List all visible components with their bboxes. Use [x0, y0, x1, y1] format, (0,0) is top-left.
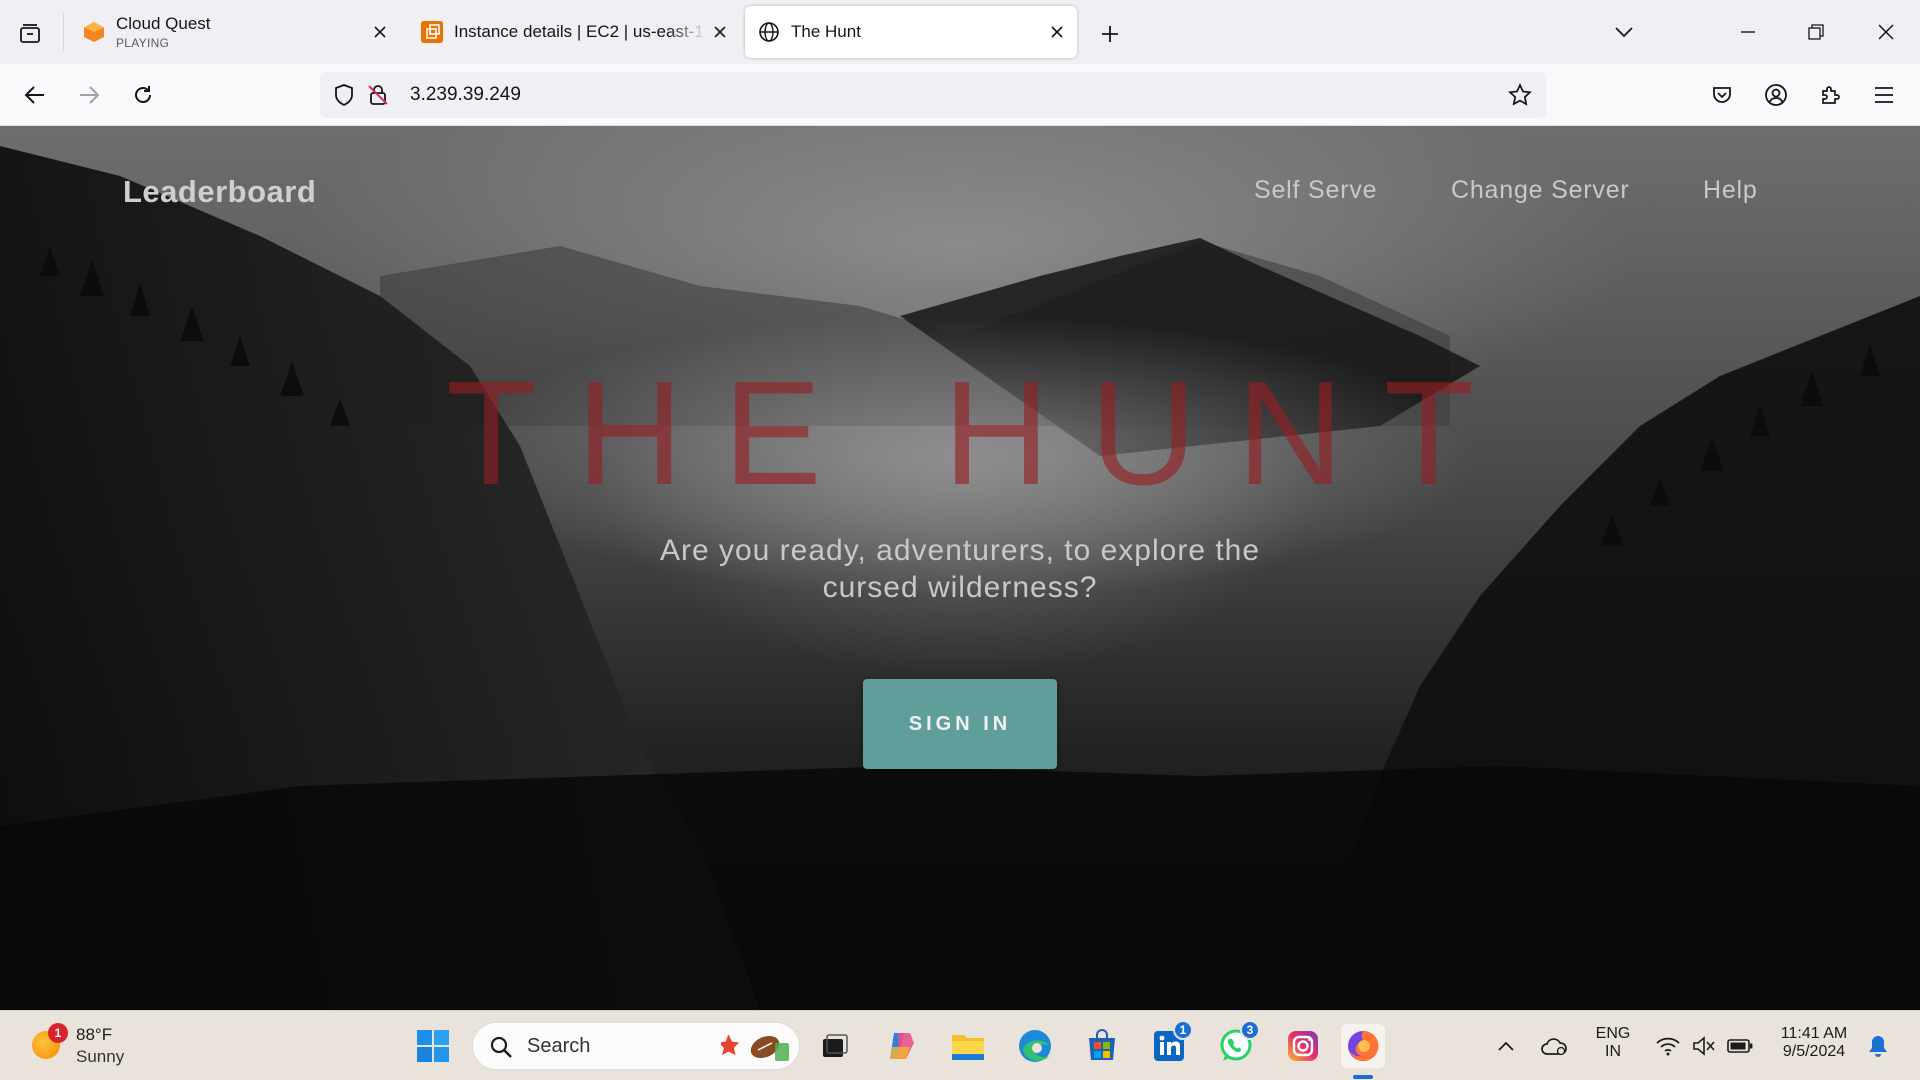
aws-ec2-icon — [420, 20, 444, 44]
windows-taskbar: 1 88°F Sunny Search 1 3 ENG IN 11:41 AM … — [0, 1010, 1920, 1080]
file-explorer-icon[interactable] — [946, 1024, 990, 1068]
page-viewport: Leaderboard Self Serve Change Server Hel… — [0, 126, 1920, 1010]
tab-instance-details[interactable]: Instance details | EC2 | us-east-1 — [408, 6, 740, 58]
close-tab-icon[interactable] — [368, 20, 392, 44]
list-all-tabs-icon[interactable] — [1604, 14, 1644, 50]
tab-title: Cloud Quest — [116, 14, 211, 33]
browser-tab-bar: Cloud Quest PLAYING Instance details | E… — [0, 0, 1920, 64]
sign-in-button[interactable]: SIGN IN — [863, 679, 1057, 769]
copilot-icon[interactable] — [879, 1024, 923, 1068]
windows-start-icon[interactable] — [411, 1024, 455, 1068]
onedrive-cloud-icon[interactable] — [1534, 1024, 1574, 1068]
address-bar[interactable]: 3.239.39.249 — [320, 72, 1546, 118]
edge-browser-icon[interactable] — [1013, 1024, 1057, 1068]
weather-temperature: 88°F — [76, 1025, 113, 1044]
close-tab-icon[interactable] — [708, 20, 732, 44]
restore-window-icon[interactable] — [1796, 14, 1836, 50]
language-code: ENG — [1595, 1025, 1631, 1042]
taskbar-search-box[interactable]: Search — [472, 1022, 800, 1070]
notification-bell-icon[interactable] — [1858, 1024, 1898, 1068]
linkedin-icon[interactable]: 1 — [1147, 1020, 1193, 1068]
new-tab-button[interactable] — [1092, 16, 1128, 52]
language-indicator[interactable]: ENG IN — [1588, 1025, 1638, 1061]
close-window-icon[interactable] — [1866, 14, 1906, 50]
chevron-up-icon[interactable] — [1486, 1024, 1526, 1068]
tab-subtitle: PLAYING — [116, 36, 170, 50]
weather-widget[interactable]: 1 88°F Sunny — [28, 1021, 178, 1071]
nav-link-change-server[interactable]: Change Server — [1451, 176, 1630, 205]
site-navigation: Leaderboard Self Serve Change Server Hel… — [0, 126, 1920, 226]
tab-separator — [63, 12, 64, 52]
cloud-quest-icon — [82, 20, 106, 44]
tab-cloud-quest[interactable]: Cloud Quest PLAYING — [70, 6, 400, 58]
tab-title: Instance details | EC2 | us-east-1 — [454, 22, 704, 41]
tracking-protection-shield-icon[interactable] — [332, 83, 356, 107]
task-view-icon[interactable] — [812, 1024, 856, 1068]
whatsapp-icon[interactable]: 3 — [1214, 1020, 1260, 1068]
region-code: IN — [1605, 1043, 1621, 1060]
microsoft-store-icon[interactable] — [1080, 1024, 1124, 1068]
weather-condition: Sunny — [76, 1047, 125, 1066]
linkedin-notification-badge: 1 — [1173, 1020, 1193, 1040]
search-highlight-football-icon — [718, 1029, 791, 1070]
globe-icon — [757, 20, 781, 44]
search-placeholder: Search — [527, 1035, 591, 1057]
hamburger-menu-icon[interactable] — [1865, 76, 1903, 114]
leaderboard-link[interactable]: Leaderboard — [123, 174, 316, 210]
instagram-icon[interactable] — [1281, 1024, 1325, 1068]
firefox-icon[interactable] — [1341, 1024, 1385, 1068]
search-icon — [489, 1035, 513, 1064]
minimize-window-icon[interactable] — [1728, 14, 1768, 50]
tab-the-hunt[interactable]: The Hunt — [745, 6, 1077, 58]
whatsapp-notification-badge: 3 — [1240, 1020, 1260, 1040]
close-tab-icon[interactable] — [1045, 20, 1069, 44]
wifi-icon[interactable] — [1650, 1024, 1686, 1068]
tab-title: The Hunt — [791, 22, 861, 41]
nav-link-self-serve[interactable]: Self Serve — [1254, 176, 1377, 205]
notification-badge: 1 — [48, 1023, 68, 1043]
forward-arrow-icon[interactable] — [70, 76, 108, 114]
extensions-puzzle-icon[interactable] — [1811, 76, 1849, 114]
clock-date: 9/5/2024 — [1782, 1043, 1846, 1060]
nav-link-help[interactable]: Help — [1703, 176, 1758, 205]
url-text[interactable]: 3.239.39.249 — [410, 72, 521, 118]
system-clock[interactable]: 11:41 AM 9/5/2024 — [1766, 1025, 1862, 1061]
account-icon[interactable] — [1757, 76, 1795, 114]
browser-toolbar: 3.239.39.249 — [0, 64, 1920, 126]
battery-icon[interactable] — [1722, 1024, 1758, 1068]
active-app-indicator — [1353, 1075, 1373, 1079]
pocket-icon[interactable] — [1703, 76, 1741, 114]
insecure-lock-icon[interactable] — [366, 83, 390, 107]
tab-list-icon[interactable] — [12, 16, 48, 52]
bookmark-star-icon[interactable] — [1508, 83, 1532, 107]
hero-title: THE HUNT — [445, 351, 1515, 516]
reload-icon[interactable] — [124, 76, 162, 114]
back-arrow-icon[interactable] — [16, 76, 54, 114]
clock-time: 11:41 AM — [1780, 1025, 1848, 1042]
hero-subtitle: Are you ready, adventurers, to explore t… — [659, 534, 1261, 604]
speaker-muted-icon[interactable] — [1686, 1024, 1722, 1068]
